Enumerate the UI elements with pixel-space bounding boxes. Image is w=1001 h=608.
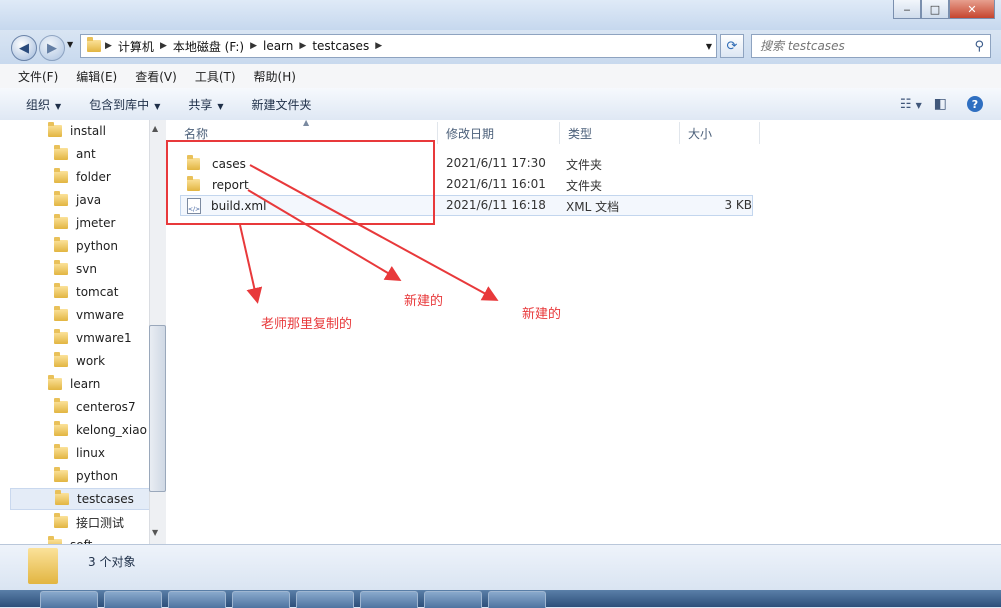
taskbar-explorer-button[interactable]: [104, 591, 162, 608]
taskbar-app-button[interactable]: [168, 591, 226, 608]
item-count: 3 个对象: [88, 555, 136, 569]
taskbar-app-button[interactable]: [296, 591, 354, 608]
folder-icon: [28, 548, 58, 584]
taskbar-app-button[interactable]: [424, 591, 482, 608]
taskbar-app-button[interactable]: [232, 591, 290, 608]
annotation-new-label-1: 新建的: [404, 294, 444, 309]
annotation-arrows: [239, 164, 499, 304]
annotation-new-label-2: 新建的: [522, 307, 562, 322]
taskbar-app-button[interactable]: [360, 591, 418, 608]
annotation-arrow-copied: [239, 224, 263, 304]
annotation-copied-label: 老师那里复制的: [261, 317, 353, 332]
annotation-arrow-new-cases: [249, 164, 499, 301]
taskbar-app-button[interactable]: [488, 591, 546, 608]
details-pane: [0, 544, 1001, 591]
taskbar-app-button[interactable]: [40, 591, 98, 608]
